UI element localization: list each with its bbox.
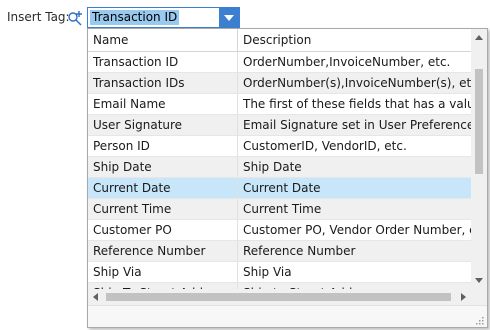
- tag-name-cell: Transaction IDs: [88, 73, 238, 93]
- tag-description-cell: OrderNumber(s),InvoiceNumber(s), etc.: [243, 76, 471, 90]
- tag-row[interactable]: Transaction IDs OrderNumber(s),InvoiceNum…: [88, 73, 471, 94]
- scroll-up-icon[interactable]: [475, 35, 483, 40]
- insert-tag-label: Insert Tag:: [7, 10, 70, 24]
- tag-name-cell: Current Time: [88, 199, 238, 219]
- column-header-name[interactable]: Name: [88, 29, 238, 51]
- tag-description-cell: Current Time: [243, 202, 322, 216]
- tag-row[interactable]: User Signature Email Signature set in Use…: [88, 115, 471, 136]
- horizontal-scrollbar[interactable]: [88, 289, 471, 305]
- tag-description-cell: Reference Number: [243, 244, 356, 258]
- tag-row[interactable]: Current Date Current Date: [88, 178, 471, 199]
- tag-name-cell: Transaction ID: [88, 52, 238, 72]
- tag-combo-box[interactable]: Transaction ID: [87, 7, 240, 28]
- tag-name-cell: Ship Via: [88, 262, 238, 282]
- chevron-down-icon: [224, 14, 234, 21]
- tag-description-cell: Email Signature set in User Preferences: [243, 118, 471, 132]
- scrollbar-corner: [471, 289, 487, 305]
- column-header-description[interactable]: Description: [238, 29, 471, 51]
- horizontal-scroll-thumb[interactable]: [106, 293, 451, 301]
- tag-name-cell: User Signature: [88, 115, 238, 135]
- tag-description-cell: Customer PO, Vendor Order Number, etc: [243, 223, 471, 237]
- tag-description-cell: The first of these fields that has a val…: [243, 97, 471, 111]
- tag-row[interactable]: Email Name The first of these fields that…: [88, 94, 471, 115]
- tag-grid: Name Description Transaction ID OrderNumb…: [88, 29, 471, 289]
- tag-description-cell: Ship Date: [243, 160, 302, 174]
- tag-row[interactable]: Transaction ID OrderNumber,InvoiceNumber,…: [88, 52, 471, 73]
- tag-dropdown-list[interactable]: Name Description Transaction ID OrderNumb…: [87, 28, 488, 328]
- tag-name-cell: Current Date: [88, 178, 238, 198]
- vertical-scroll-thumb[interactable]: [475, 69, 483, 174]
- tag-description-cell: CustomerID, VendorID, etc.: [243, 139, 407, 153]
- tag-description-cell: Ship Via: [243, 265, 292, 279]
- resize-grip-icon[interactable]: [474, 315, 484, 325]
- scroll-right-icon[interactable]: [461, 293, 466, 301]
- vertical-scrollbar[interactable]: [471, 29, 487, 289]
- tag-row[interactable]: Ship Via Ship Via: [88, 262, 471, 283]
- tag-description-cell: Current Date: [243, 181, 321, 195]
- tag-link-icon[interactable]: [66, 8, 86, 28]
- tag-name-cell: Person ID: [88, 136, 238, 156]
- tag-name-cell: Customer PO: [88, 220, 238, 240]
- tag-row[interactable]: Person ID CustomerID, VendorID, etc.: [88, 136, 471, 157]
- tag-row[interactable]: Current Time Current Time: [88, 199, 471, 220]
- scroll-down-icon[interactable]: [475, 278, 483, 283]
- tag-description-cell: OrderNumber,InvoiceNumber, etc.: [243, 55, 451, 69]
- tag-row[interactable]: Customer PO Customer PO, Vendor Order Num…: [88, 220, 471, 241]
- dropdown-footer: [88, 305, 487, 327]
- tag-name-cell: Reference Number: [88, 241, 238, 261]
- tag-row[interactable]: Ship Date Ship Date: [88, 157, 471, 178]
- tag-name-cell: Ship Date: [88, 157, 238, 177]
- grid-header: Name Description: [88, 29, 471, 52]
- tag-row[interactable]: Reference Number Reference Number: [88, 241, 471, 262]
- combo-selected-text: Transaction ID: [90, 10, 180, 25]
- scroll-left-icon[interactable]: [93, 293, 98, 301]
- combo-dropdown-button[interactable]: [219, 8, 239, 27]
- tag-name-cell: Email Name: [88, 94, 238, 114]
